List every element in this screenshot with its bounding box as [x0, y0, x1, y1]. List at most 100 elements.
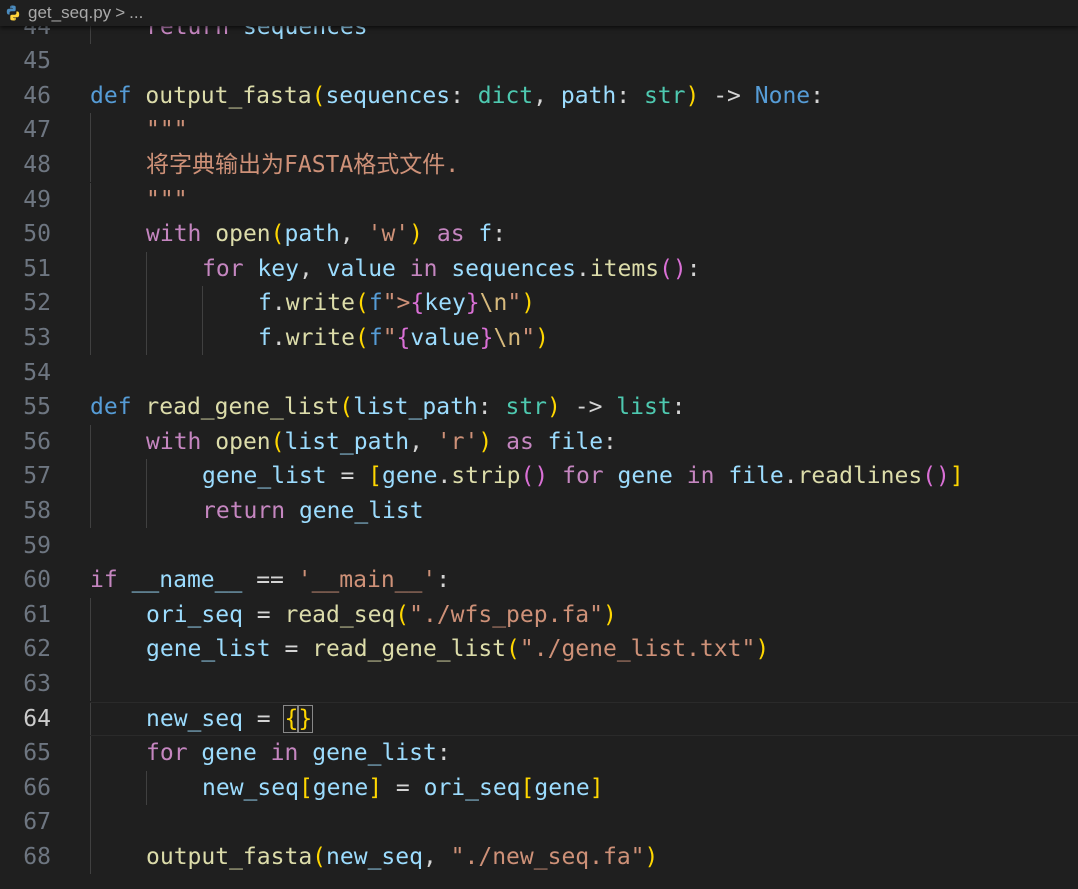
code-token: dict: [477, 82, 534, 109]
code-token: ">: [382, 290, 411, 317]
code-token: (: [270, 221, 285, 248]
code-token: key: [424, 290, 466, 317]
breadcrumb-more[interactable]: ...: [129, 3, 143, 23]
code-line[interactable]: 57 gene_list = [gene.strip() for gene in …: [0, 459, 1078, 494]
line-number: 61: [23, 601, 51, 628]
code-token: path: [284, 221, 340, 248]
code-token: for: [146, 740, 188, 767]
code-line[interactable]: 65 for gene in gene_list:: [0, 736, 1078, 771]
line-number: 62: [23, 636, 51, 663]
code-line[interactable]: 67: [0, 805, 1078, 840]
code-token: str: [505, 394, 548, 421]
code-token: [: [298, 774, 313, 801]
code-token: {: [410, 290, 425, 317]
code-line[interactable]: 48 将字典输出为FASTA格式文件.: [0, 147, 1078, 183]
code-line[interactable]: 45: [0, 44, 1078, 79]
code-text: 将字典输出为FASTA格式文件.: [146, 148, 459, 183]
code-text: new_seq[gene] = ori_seq[gene]: [202, 771, 604, 806]
code-line[interactable]: 68 output_fasta(new_seq, "./new_seq.fa"): [0, 839, 1078, 875]
code-line[interactable]: 49 """: [0, 182, 1078, 218]
line-number: 60: [23, 567, 51, 594]
code-line[interactable]: 47 """: [0, 113, 1078, 148]
code-token: 将字典输出为FASTA格式文件.: [146, 151, 460, 178]
code-token: ): [478, 428, 493, 455]
code-token: }: [297, 704, 314, 733]
code-line[interactable]: 58 return gene_list: [0, 493, 1078, 529]
indent-guide: [146, 251, 147, 287]
code-token: \n: [479, 290, 508, 317]
code-line[interactable]: 55 def read_gene_list(list_path: str) -> …: [0, 390, 1078, 425]
indent-guide: [90, 736, 91, 771]
line-number: 63: [23, 670, 51, 697]
code-token: return: [202, 497, 286, 524]
indent-guide: [90, 251, 91, 287]
code-line[interactable]: 56 with open(list_path, 'r') as file:: [0, 424, 1078, 460]
line-number: 50: [23, 221, 51, 248]
code-token: :: [436, 567, 451, 594]
code-token: }: [479, 324, 494, 351]
code-text: for gene in gene_list:: [146, 736, 451, 771]
code-text: output_fasta(new_seq, "./new_seq.fa"): [146, 840, 658, 875]
line-number: 66: [23, 774, 51, 801]
code-token: ): [535, 324, 549, 351]
code-token: def: [90, 394, 132, 421]
code-token: \n: [493, 324, 522, 351]
code-line[interactable]: 46 def output_fasta(sequences: dict, path…: [0, 79, 1078, 114]
python-icon: [4, 4, 22, 22]
code-token: gene: [201, 740, 257, 767]
code-token: :: [436, 740, 451, 767]
code-line[interactable]: 51 for key, value in sequences.items():: [0, 251, 1078, 287]
code-line[interactable]: 59: [0, 529, 1078, 564]
code-token: def: [90, 82, 132, 109]
indent-guide: [90, 632, 91, 667]
code-token: new_seq: [326, 843, 423, 870]
code-token: 'w': [367, 221, 410, 248]
code-line[interactable]: 53 f.write(f"{value}\n"): [0, 320, 1078, 356]
code-token: :: [686, 255, 701, 282]
code-line[interactable]: 66 new_seq[gene] = ori_seq[gene]: [0, 770, 1078, 806]
code-line[interactable]: 61 ori_seq = read_seq("./wfs_pep.fa"): [0, 597, 1078, 633]
code-token: (: [506, 636, 520, 663]
code-line[interactable]: 60 if __name__ == '__main__':: [0, 563, 1078, 598]
code-line[interactable]: 62 gene_list = read_gene_list("./gene_lis…: [0, 632, 1078, 667]
code-line[interactable]: 63: [0, 666, 1078, 702]
code-editor[interactable]: 44 return sequences 45 46 def output_fasta(s…: [0, 0, 1078, 889]
line-number: 47: [23, 117, 51, 144]
code-token: (: [354, 290, 369, 317]
indent-guide: [90, 666, 91, 702]
code-token: as: [436, 221, 465, 248]
code-token: gene: [312, 774, 369, 801]
code-line[interactable]: 64 new_seq = {}: [0, 701, 1078, 737]
indent-guide: [90, 459, 91, 494]
code-token: list_path: [353, 394, 478, 421]
indent-guide: [90, 805, 91, 840]
code-token: .: [783, 463, 798, 490]
code-token: ==: [242, 567, 298, 594]
code-token: in: [270, 740, 299, 767]
code-token: with: [146, 221, 202, 248]
code-token: in: [409, 255, 438, 282]
code-token: :: [492, 221, 507, 248]
code-token: :: [450, 82, 478, 109]
code-line[interactable]: 54: [0, 356, 1078, 391]
code-token: ]: [368, 774, 383, 801]
code-token: ): [547, 394, 561, 421]
code-token: ,: [409, 428, 437, 455]
code-line[interactable]: 50 with open(path, 'w') as f:: [0, 217, 1078, 252]
code-token: (: [270, 428, 285, 455]
code-token: read_seq: [284, 601, 396, 628]
code-token: with: [146, 428, 202, 455]
code-line[interactable]: 52 f.write(f">{key}\n"): [0, 286, 1078, 321]
line-number: 49: [23, 186, 51, 213]
code-token: for: [202, 255, 244, 282]
code-token: file: [547, 428, 604, 455]
code-token: ): [644, 843, 659, 870]
breadcrumb-file[interactable]: get_seq.py: [28, 3, 111, 23]
